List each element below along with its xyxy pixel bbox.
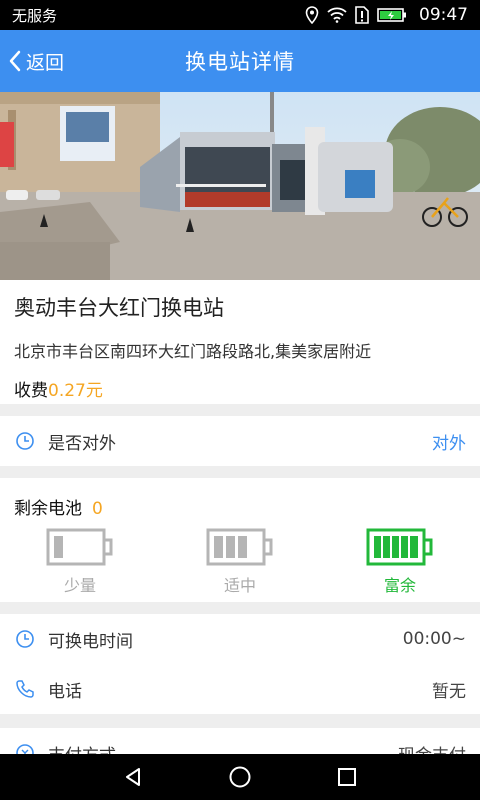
nav-recents-button[interactable] — [332, 762, 362, 792]
battery-low-label: 少量 — [63, 576, 96, 595]
battery-title-label: 剩余电池 — [14, 499, 82, 519]
battery-level-medium: 适中 — [180, 528, 300, 596]
battery-level-low: 少量 — [20, 528, 140, 596]
sim-alert-icon — [355, 6, 369, 24]
details-card: 可换电时间 00:00~ 电话 暂无 — [0, 614, 480, 714]
carrier-label: 无服务 — [12, 6, 58, 25]
app-header: 返回 换电站详情 — [0, 30, 480, 92]
phone-label: 电话 — [48, 681, 82, 702]
station-address: 北京市丰台区南四环大红门路段路北,集美家居附近 — [14, 342, 372, 361]
phone-row[interactable]: 电话 暂无 — [0, 664, 480, 714]
station-photo — [0, 92, 480, 280]
back-label: 返回 — [26, 51, 65, 74]
nav-back-button[interactable] — [118, 762, 148, 792]
swap-hours-row: 可换电时间 00:00~ — [0, 614, 480, 664]
status-icons: 09:47 — [305, 5, 468, 25]
public-access-label: 是否对外 — [48, 433, 116, 454]
phone-value: 暂无 — [432, 681, 466, 702]
battery-medium-icon — [206, 528, 273, 566]
wifi-icon — [327, 7, 347, 23]
public-access-row: 是否对外 对外 — [0, 416, 480, 466]
remaining-battery-card: 剩余电池 0 少量 适中 富余 — [0, 478, 480, 602]
battery-full-label: 富余 — [383, 576, 416, 595]
fee-value: 0.27元 — [48, 381, 103, 401]
square-recents-icon — [337, 768, 356, 786]
fee-row: 收费0.27元 — [14, 376, 466, 401]
fee-label: 收费 — [14, 381, 48, 401]
battery-level-full: 富余 — [340, 528, 460, 596]
public-access-card: 是否对外 对外 — [0, 416, 480, 466]
clock-icon — [14, 628, 36, 650]
circle-home-icon — [229, 766, 251, 788]
clock: 09:47 — [419, 5, 468, 25]
triangle-back-icon — [126, 768, 141, 786]
phone-icon — [14, 678, 36, 700]
back-button[interactable]: 返回 — [8, 30, 64, 92]
battery-count: 0 — [92, 499, 103, 519]
battery-title: 剩余电池 0 — [14, 494, 103, 519]
clock-icon — [14, 430, 36, 452]
station-name: 奥动丰台大红门换电站 — [14, 296, 224, 320]
chevron-left-icon — [9, 50, 21, 72]
page-title: 换电站详情 — [185, 50, 295, 74]
station-info-card: 奥动丰台大红门换电站 北京市丰台区南四环大红门路段路北,集美家居附近 收费0.2… — [0, 280, 480, 404]
battery-medium-label: 适中 — [223, 576, 256, 595]
battery-low-icon — [46, 528, 113, 566]
nav-home-button[interactable] — [225, 762, 255, 792]
status-bar: 无服务 09:47 — [0, 0, 480, 30]
battery-charging-icon — [377, 8, 406, 22]
swap-hours-label: 可换电时间 — [48, 631, 133, 652]
public-access-value: 对外 — [432, 433, 466, 454]
swap-hours-value: 00:00~ — [402, 629, 466, 649]
battery-full-icon — [366, 528, 433, 566]
location-icon — [305, 6, 319, 24]
system-nav-bar — [0, 754, 480, 800]
